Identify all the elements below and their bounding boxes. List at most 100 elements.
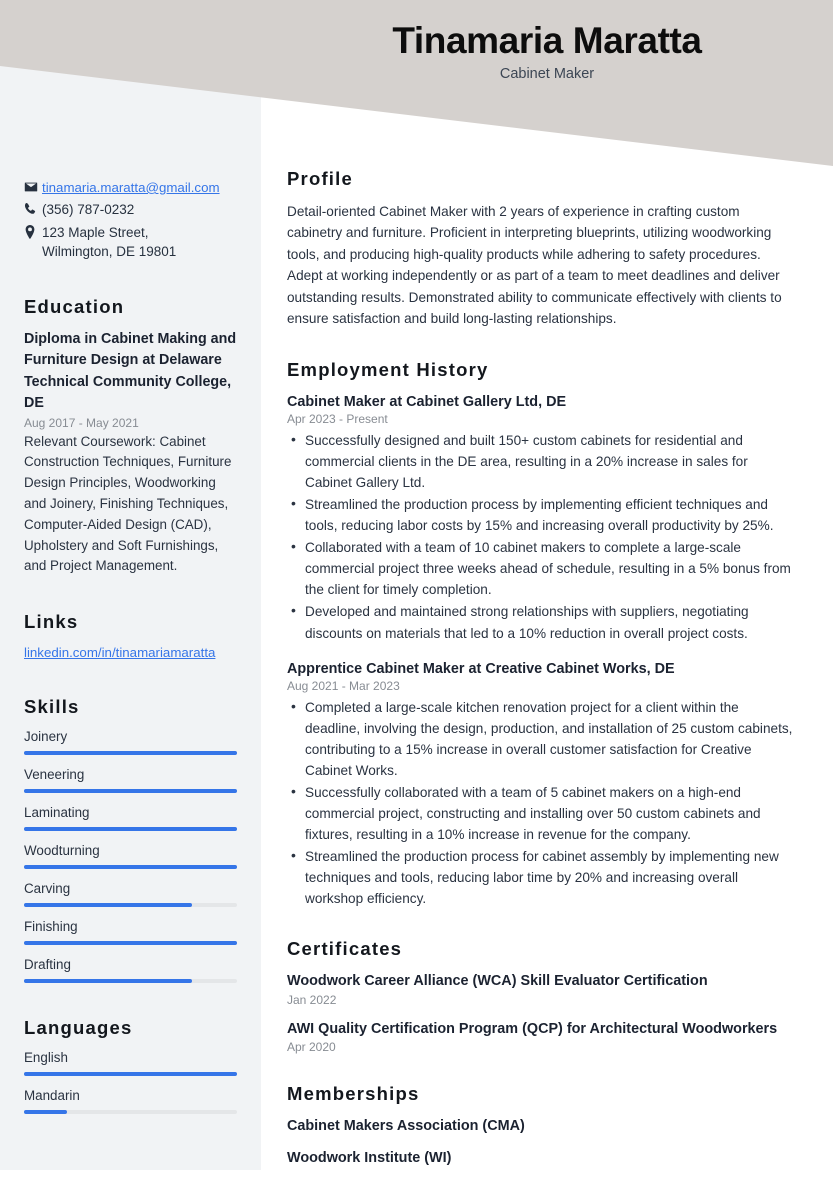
language-item-track: [24, 1072, 237, 1077]
certificates-list: Woodwork Career Alliance (WCA) Skill Eva…: [287, 971, 797, 1053]
jobs-list: Cabinet Maker at Cabinet Gallery Ltd, DE…: [287, 392, 797, 910]
languages-list: English Mandarin: [24, 1050, 237, 1115]
language-item-label: English: [24, 1050, 68, 1066]
language-item-fill: [24, 1110, 67, 1115]
job-bullet: Streamlined the production process for c…: [287, 845, 797, 909]
job-bullet: Successfully collaborated with a team of…: [287, 781, 797, 845]
skill-item-fill: [24, 979, 193, 984]
address-line-2: Wilmington, DE 19801: [42, 244, 177, 260]
job-bullets: Successfully designed and built 150+ cus…: [287, 429, 797, 644]
skill-item-fill: [24, 827, 237, 832]
skill-item-track: [24, 751, 237, 756]
resume-page: tinamaria.maratta@gmail.com (356) 787-02…: [0, 0, 833, 1178]
job-bullet: Completed a large-scale kitchen renovati…: [287, 696, 797, 781]
job-title: Apprentice Cabinet Maker at Creative Cab…: [287, 660, 675, 677]
contact-email[interactable]: tinamaria.maratta@gmail.com: [24, 178, 237, 197]
main-column: Profile Detail-oriented Cabinet Maker wi…: [261, 0, 833, 1178]
language-item: Mandarin: [24, 1088, 237, 1115]
skill-item-track: [24, 979, 237, 984]
membership-entry: Woodwork Institute (WI): [287, 1149, 452, 1166]
skill-item-label: Joinery: [24, 729, 68, 745]
contact-block: tinamaria.maratta@gmail.com (356) 787-02…: [24, 178, 237, 262]
job-bullet: Developed and maintained strong relation…: [287, 600, 797, 643]
skill-item: Drafting: [24, 957, 237, 984]
job-bullet: Collaborated with a team of 10 cabinet m…: [287, 536, 797, 600]
profile-section: Profile Detail-oriented Cabinet Maker wi…: [287, 168, 797, 330]
job-bullets: Completed a large-scale kitchen renovati…: [287, 696, 797, 910]
certificate-entry: Woodwork Career Alliance (WCA) Skill Eva…: [287, 971, 797, 1006]
skill-item: Finishing: [24, 919, 237, 946]
skill-item-label: Finishing: [24, 919, 78, 935]
phone-text: (356) 787-0232: [42, 202, 135, 218]
education-title: Diploma in Cabinet Making and Furniture …: [24, 330, 237, 412]
skills-list: Joinery Veneering Laminating Woodturning Car…: [24, 729, 237, 984]
skill-item-track: [24, 903, 237, 908]
skill-item: Woodturning: [24, 843, 237, 870]
job-date: Aug 2021 - Mar 2023: [287, 678, 400, 693]
skill-item: Joinery: [24, 729, 237, 756]
job-entry: Cabinet Maker at Cabinet Gallery Ltd, DE…: [287, 392, 797, 644]
language-item: English: [24, 1050, 237, 1077]
certificate-entry: AWI Quality Certification Program (QCP) …: [287, 1019, 797, 1054]
skill-item-track: [24, 789, 237, 794]
candidate-name: Tinamaria Maratta: [392, 20, 702, 61]
employment-heading: Employment History: [287, 358, 489, 380]
skill-item-label: Carving: [24, 881, 71, 897]
certificate-date: Jan 2022: [287, 992, 337, 1007]
phone-icon: [24, 200, 42, 215]
education-date: Aug 2017 - May 2021: [24, 415, 139, 430]
memberships-list: Cabinet Makers Association (CMA) Woodwork…: [287, 1116, 797, 1168]
contact-address: 123 Maple Street, Wilmington, DE 19801: [24, 223, 237, 262]
skill-item: Veneering: [24, 767, 237, 794]
certificates-heading: Certificates: [287, 938, 403, 960]
job-entry: Apprentice Cabinet Maker at Creative Cab…: [287, 659, 797, 910]
certificate-title: Woodwork Career Alliance (WCA) Skill Eva…: [287, 973, 708, 990]
job-title: Cabinet Maker at Cabinet Gallery Ltd, DE: [287, 393, 567, 410]
candidate-job-title: Cabinet Maker: [499, 65, 595, 82]
skill-item-fill: [24, 751, 237, 756]
skill-item-fill: [24, 941, 237, 946]
address-text: 123 Maple Street, Wilmington, DE 19801: [42, 223, 176, 262]
address-line-1: 123 Maple Street,: [42, 224, 149, 240]
languages-heading: Languages: [24, 1017, 133, 1039]
skill-item-fill: [24, 865, 237, 870]
skill-item-fill: [24, 789, 237, 794]
skill-item: Carving: [24, 881, 237, 908]
education-heading: Education: [24, 295, 125, 317]
link-linkedin[interactable]: linkedin.com/in/tinamariamaratta: [24, 645, 215, 660]
skills-heading: Skills: [24, 696, 80, 718]
education-description: Relevant Coursework: Cabinet Constructio…: [24, 433, 232, 574]
education-entry: Diploma in Cabinet Making and Furniture …: [24, 329, 237, 577]
sidebar: tinamaria.maratta@gmail.com (356) 787-02…: [0, 0, 261, 1170]
memberships-section: Memberships Cabinet Makers Association (…: [287, 1083, 797, 1168]
certificate-date: Apr 2020: [287, 1039, 336, 1054]
language-item-label: Mandarin: [24, 1088, 80, 1104]
memberships-heading: Memberships: [287, 1082, 420, 1104]
skill-item-fill: [24, 903, 193, 908]
skill-item-track: [24, 827, 237, 832]
job-bullet: Streamlined the production process by im…: [287, 493, 797, 536]
skill-item-label: Laminating: [24, 805, 90, 821]
map-pin-icon: [24, 223, 42, 239]
language-item-track: [24, 1110, 237, 1115]
contact-phone: (356) 787-0232: [24, 200, 237, 220]
certificates-section: Certificates Woodwork Career Alliance (W…: [287, 938, 797, 1053]
job-date: Apr 2023 - Present: [287, 411, 388, 426]
certificate-title: AWI Quality Certification Program (QCP) …: [287, 1020, 778, 1037]
skill-item-label: Woodturning: [24, 843, 100, 859]
skill-item-label: Veneering: [24, 767, 85, 783]
profile-text: Detail-oriented Cabinet Maker with 2 yea…: [287, 204, 782, 327]
envelope-icon: [24, 178, 42, 194]
employment-section: Employment History Cabinet Maker at Cabi…: [287, 359, 797, 910]
skill-item-track: [24, 865, 237, 870]
header-text: Tinamaria Maratta Cabinet Maker: [261, 20, 833, 82]
skill-item-track: [24, 941, 237, 946]
job-bullet: Successfully designed and built 150+ cus…: [287, 429, 797, 493]
skill-item-label: Drafting: [24, 957, 71, 973]
skill-item: Laminating: [24, 805, 237, 832]
email-link[interactable]: tinamaria.maratta@gmail.com: [42, 178, 220, 197]
membership-entry: Cabinet Makers Association (CMA): [287, 1117, 525, 1134]
language-item-fill: [24, 1072, 237, 1077]
links-heading: Links: [24, 611, 79, 633]
profile-heading: Profile: [287, 168, 353, 189]
